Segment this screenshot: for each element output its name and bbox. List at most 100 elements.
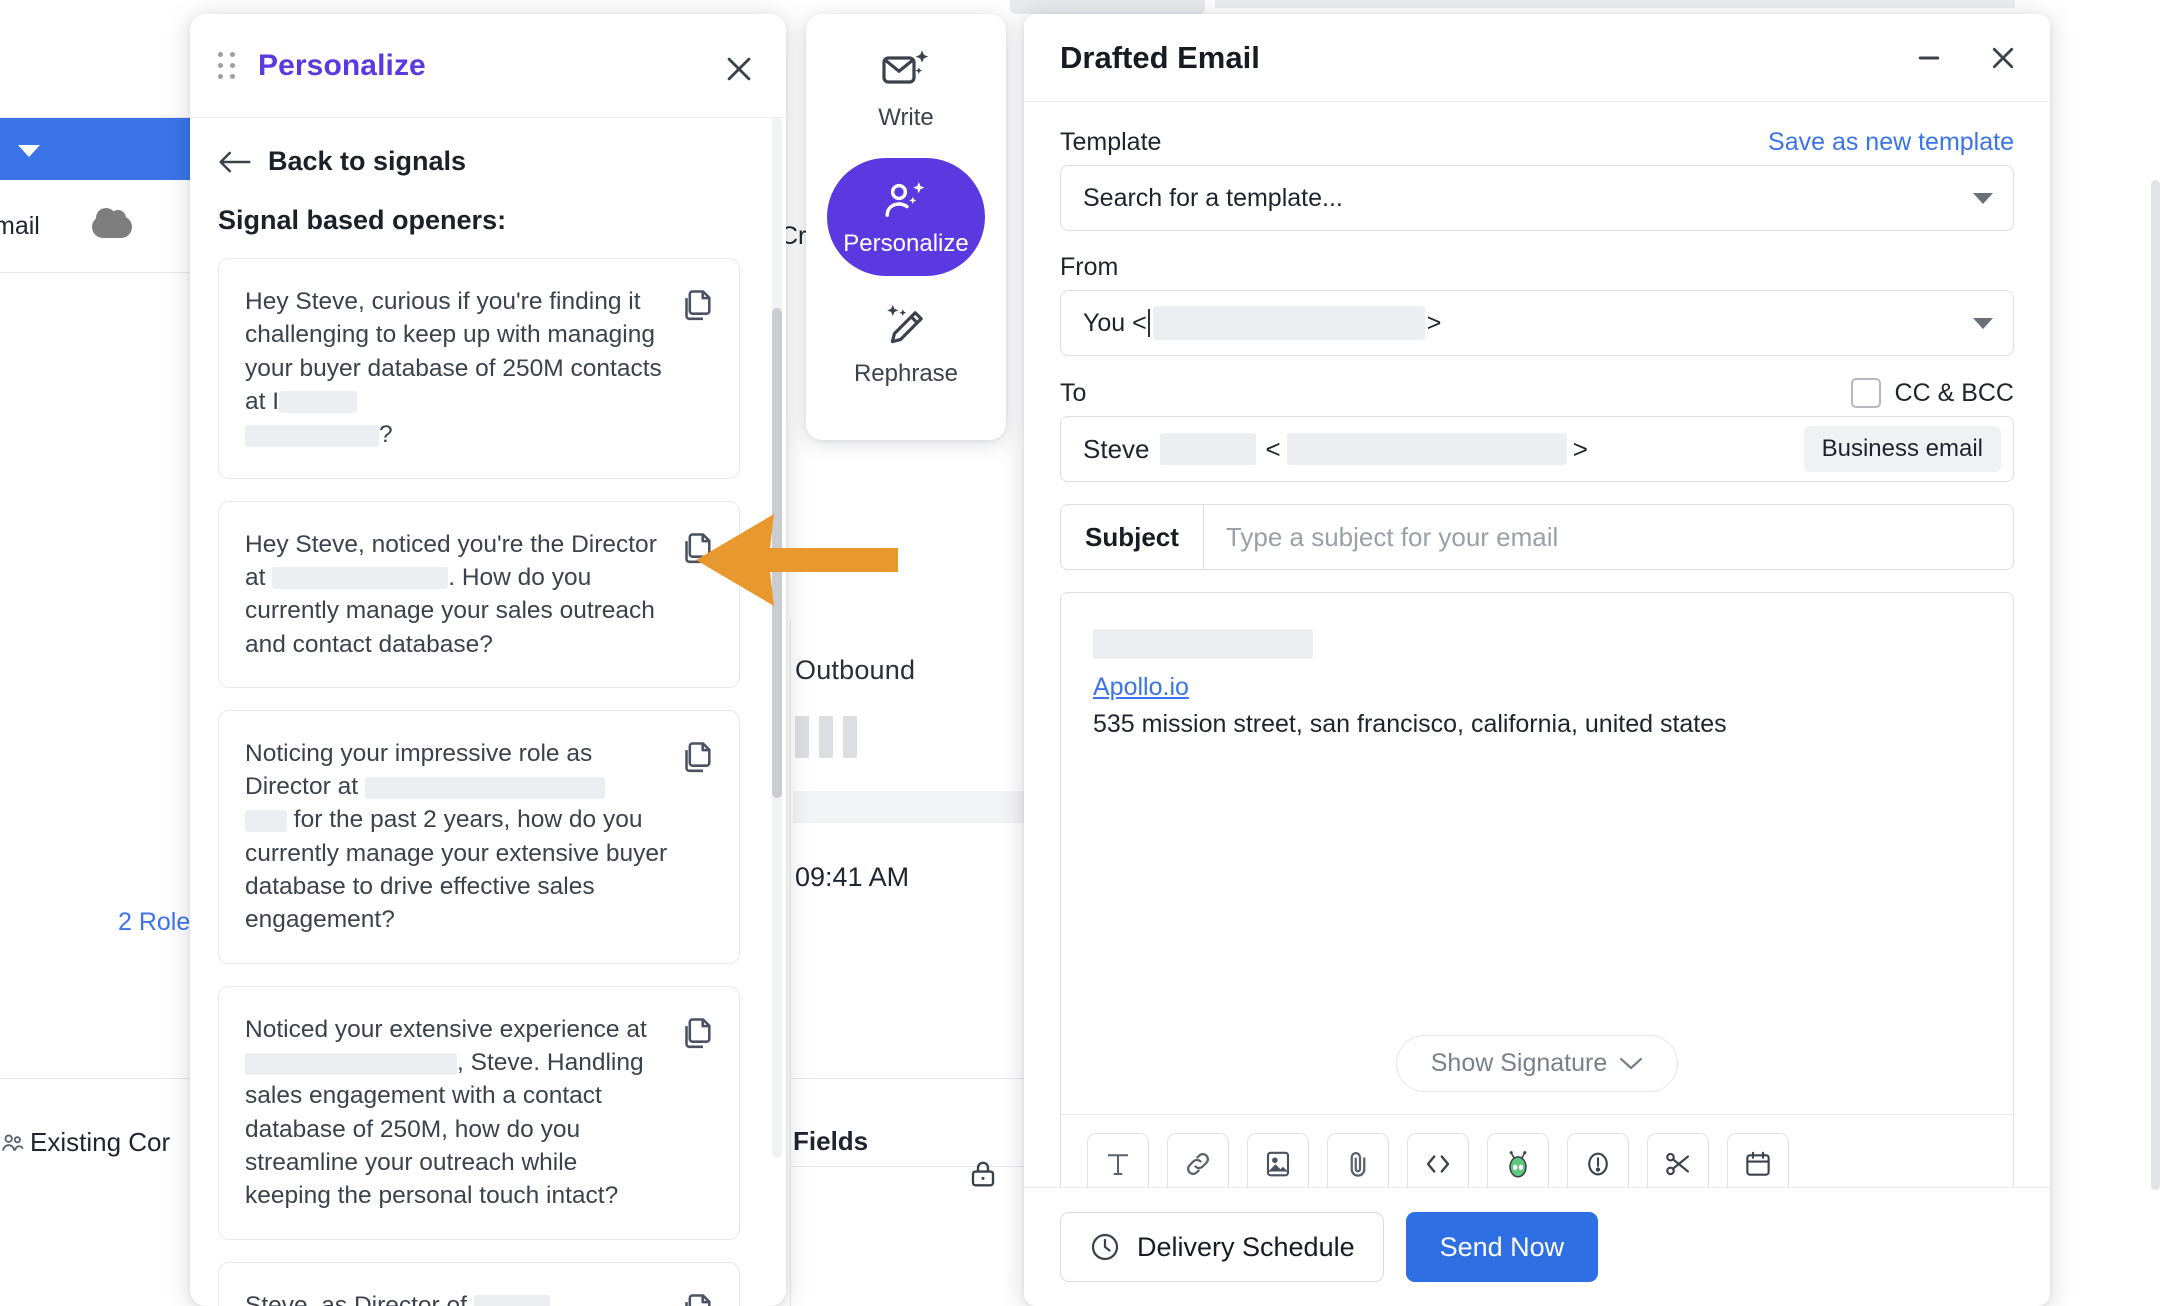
cc-bcc-label: CC & BCC: [1895, 379, 2014, 408]
template-label: Template: [1060, 128, 1161, 157]
signal-openers-list: Hey Steve, curious if you're finding it …: [218, 258, 758, 1306]
signal-opener-text: Hey Steve, noticed you're the Director a…: [245, 528, 669, 661]
show-signature-label: Show Signature: [1431, 1049, 1608, 1078]
signal-opener-text: Hey Steve, curious if you're finding it …: [245, 285, 669, 452]
redacted-email: [1287, 433, 1567, 465]
drafted-email-footer: Delivery Schedule Send Now: [1024, 1187, 2050, 1306]
signal-openers-heading: Signal based openers:: [218, 205, 758, 236]
bg-divider: [0, 272, 200, 273]
copy-icon[interactable]: [679, 530, 715, 566]
cloud-icon: [92, 216, 132, 238]
drag-handle-icon[interactable]: [218, 52, 240, 80]
to-field[interactable]: Steve<> Business email: [1060, 416, 2014, 482]
ai-actions-rail: Write Personalize Rephrase: [806, 14, 1006, 440]
template-select[interactable]: Search for a template...: [1060, 165, 2014, 231]
redacted-lastname: [1160, 433, 1256, 465]
redacted-text: [365, 777, 605, 799]
signal-opener-card[interactable]: Hey Steve, noticed you're the Director a…: [218, 501, 740, 688]
to-field-row: To CC & BCC: [1060, 378, 2014, 408]
send-now-button[interactable]: Send Now: [1406, 1212, 1599, 1282]
copy-icon[interactable]: [679, 287, 715, 323]
email-body-content[interactable]: Apollo.io 535 mission street, san franci…: [1061, 593, 2013, 1035]
drafted-email-panel: Drafted Email Template Save as new templ…: [1024, 14, 2050, 1306]
signal-opener-card[interactable]: Hey Steve, curious if you're finding it …: [218, 258, 740, 479]
openers-scrollbar-thumb[interactable]: [772, 308, 782, 798]
signature-company-link[interactable]: Apollo.io: [1093, 673, 1189, 701]
apollo-bot-glyph: [1501, 1147, 1535, 1181]
alert-icon[interactable]: [1567, 1133, 1629, 1187]
code-icon[interactable]: [1407, 1133, 1469, 1187]
close-icon[interactable]: [1988, 43, 2018, 73]
text-format-icon[interactable]: [1087, 1133, 1149, 1187]
show-signature-button[interactable]: Show Signature: [1396, 1035, 1679, 1092]
apollo-bot-icon[interactable]: [1487, 1133, 1549, 1187]
clock-icon: [1089, 1231, 1121, 1263]
link-icon[interactable]: [1167, 1133, 1229, 1187]
close-icon[interactable]: [722, 52, 756, 86]
chevron-down-icon: [1619, 1056, 1643, 1071]
from-select[interactable]: You <>: [1060, 290, 2014, 356]
bg-existing-contacts-label: Existing Cor: [30, 1127, 170, 1158]
minimize-icon[interactable]: [1914, 43, 1944, 73]
bg-divider: [790, 620, 791, 1306]
delivery-schedule-button[interactable]: Delivery Schedule: [1060, 1212, 1384, 1282]
people-icon: [0, 1130, 30, 1156]
signal-opener-card[interactable]: Noticed your extensive experience at , S…: [218, 986, 740, 1240]
signal-opener-card[interactable]: Steve, as Director of: [218, 1262, 740, 1306]
redacted-email: [1153, 306, 1425, 340]
cc-bcc-toggle[interactable]: CC & BCC: [1851, 378, 2014, 408]
editor-toolbar: [1061, 1114, 2013, 1187]
back-to-signals-button[interactable]: Back to signals: [218, 146, 758, 177]
bg-outbound-label: Outbound: [795, 655, 915, 686]
save-as-new-template-link[interactable]: Save as new template: [1768, 128, 2014, 157]
bg-roles-link[interactable]: 2 Role: [118, 908, 190, 937]
lock-icon: [968, 1158, 998, 1190]
subject-field[interactable]: Subject Type a subject for your email: [1060, 504, 2014, 570]
ai-action-personalize-label: Personalize: [843, 230, 968, 258]
page-scrollbar[interactable]: [2151, 180, 2160, 1190]
person-sparkle-icon: [882, 180, 930, 224]
bg-mail-label: mail: [0, 212, 40, 241]
business-email-chip[interactable]: Business email: [1804, 426, 2001, 472]
bg-time-label: 09:41 AM: [795, 862, 909, 893]
copy-icon[interactable]: [679, 1015, 715, 1051]
subject-input[interactable]: Type a subject for your email: [1204, 505, 2013, 569]
signal-opener-text: Noticing your impressive role as Directo…: [245, 737, 669, 937]
from-field-row: From: [1060, 253, 2014, 282]
calendar-icon[interactable]: [1727, 1133, 1789, 1187]
window-controls: [1914, 43, 2018, 73]
ai-action-rephrase[interactable]: Rephrase: [854, 302, 958, 388]
drafted-email-title: Drafted Email: [1060, 40, 1260, 76]
signal-opener-text: Noticed your extensive experience at , S…: [245, 1013, 669, 1213]
cc-bcc-checkbox[interactable]: [1851, 378, 1881, 408]
attachment-icon[interactable]: [1327, 1133, 1389, 1187]
copy-icon[interactable]: [679, 739, 715, 775]
chevron-down-icon: [1973, 318, 1993, 329]
show-signature-wrap: Show Signature: [1061, 1035, 2013, 1114]
subject-label: Subject: [1061, 505, 1204, 569]
back-to-signals-label: Back to signals: [268, 146, 466, 177]
personalize-panel-title: Personalize: [258, 49, 426, 83]
pencil-sparkle-icon: [880, 302, 932, 350]
to-recipient-name: Steve: [1083, 434, 1150, 465]
redacted-text: [245, 1053, 457, 1075]
snippet-scissors-icon[interactable]: [1647, 1133, 1709, 1187]
signal-opener-card[interactable]: Noticing your impressive role as Directo…: [218, 710, 740, 964]
bg-divider: [0, 1078, 200, 1079]
redacted-signature-name: [1093, 629, 1313, 659]
ai-action-personalize[interactable]: Personalize: [827, 158, 985, 276]
from-label: From: [1060, 253, 1118, 282]
personalize-panel: Personalize Back to signals Signal based…: [190, 14, 786, 1306]
image-icon[interactable]: [1247, 1133, 1309, 1187]
copy-icon[interactable]: [679, 1291, 715, 1306]
arrow-left-icon: [218, 149, 252, 175]
to-label: To: [1060, 379, 1086, 408]
caret-down-icon: [18, 145, 40, 157]
drafted-email-header: Drafted Email: [1024, 14, 2050, 102]
ai-action-rephrase-label: Rephrase: [854, 360, 958, 388]
send-now-label: Send Now: [1440, 1232, 1565, 1263]
signature-address: 535 mission street, san francisco, calif…: [1093, 710, 1981, 739]
ai-action-write[interactable]: Write: [878, 48, 934, 132]
template-field-row: Template Save as new template: [1060, 128, 2014, 157]
bg-placeholder-box: [793, 791, 1025, 823]
